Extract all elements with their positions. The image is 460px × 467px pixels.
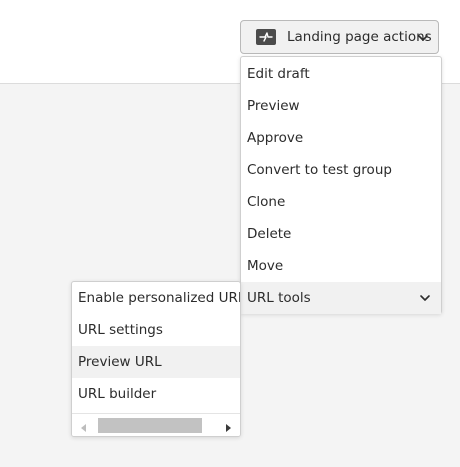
actions-button-label: Landing page actions bbox=[287, 29, 432, 45]
submenu-item-url-settings[interactable]: URL settings bbox=[72, 314, 240, 346]
url-tools-submenu: Enable personalized URLs URL settings Pr… bbox=[71, 281, 241, 437]
menu-item-label: Convert to test group bbox=[247, 162, 392, 178]
landing-page-actions-button[interactable]: Landing page actions bbox=[240, 20, 439, 54]
menu-item-label: Approve bbox=[247, 130, 304, 146]
horizontal-scrollbar[interactable] bbox=[72, 413, 240, 436]
submenu-item-enable-personalized-urls[interactable]: Enable personalized URLs bbox=[72, 282, 240, 314]
menu-item-delete[interactable]: Delete bbox=[241, 218, 441, 250]
menu-item-label: Edit draft bbox=[247, 66, 310, 82]
chevron-down-icon bbox=[416, 30, 430, 44]
landing-page-icon bbox=[256, 29, 276, 45]
submenu-item-label: URL builder bbox=[78, 386, 157, 402]
menu-item-label: Delete bbox=[247, 226, 292, 242]
menu-item-convert-to-test-group[interactable]: Convert to test group bbox=[241, 154, 441, 186]
menu-item-label: Preview bbox=[247, 98, 300, 114]
menu-item-label: Clone bbox=[247, 194, 286, 210]
chevron-down-icon bbox=[418, 291, 432, 305]
scroll-left-arrow-icon[interactable] bbox=[78, 419, 90, 432]
submenu-item-url-builder[interactable]: URL builder bbox=[72, 378, 240, 410]
menu-item-preview[interactable]: Preview bbox=[241, 90, 441, 122]
submenu-item-label: URL settings bbox=[78, 322, 163, 338]
menu-item-move[interactable]: Move bbox=[241, 250, 441, 282]
landing-page-actions-menu: Edit draft Preview Approve Convert to te… bbox=[240, 56, 442, 314]
menu-item-label: URL tools bbox=[247, 290, 311, 306]
scroll-right-arrow-icon[interactable] bbox=[222, 419, 234, 432]
scrollbar-thumb[interactable] bbox=[98, 418, 202, 433]
menu-item-url-tools[interactable]: URL tools bbox=[241, 282, 441, 314]
submenu-item-label: Enable personalized URLs bbox=[78, 290, 241, 306]
submenu-item-label: Preview URL bbox=[78, 354, 162, 370]
menu-item-edit-draft[interactable]: Edit draft bbox=[241, 58, 441, 90]
submenu-item-preview-url[interactable]: Preview URL bbox=[72, 346, 240, 378]
menu-item-approve[interactable]: Approve bbox=[241, 122, 441, 154]
menu-item-label: Move bbox=[247, 258, 284, 274]
menu-item-clone[interactable]: Clone bbox=[241, 186, 441, 218]
